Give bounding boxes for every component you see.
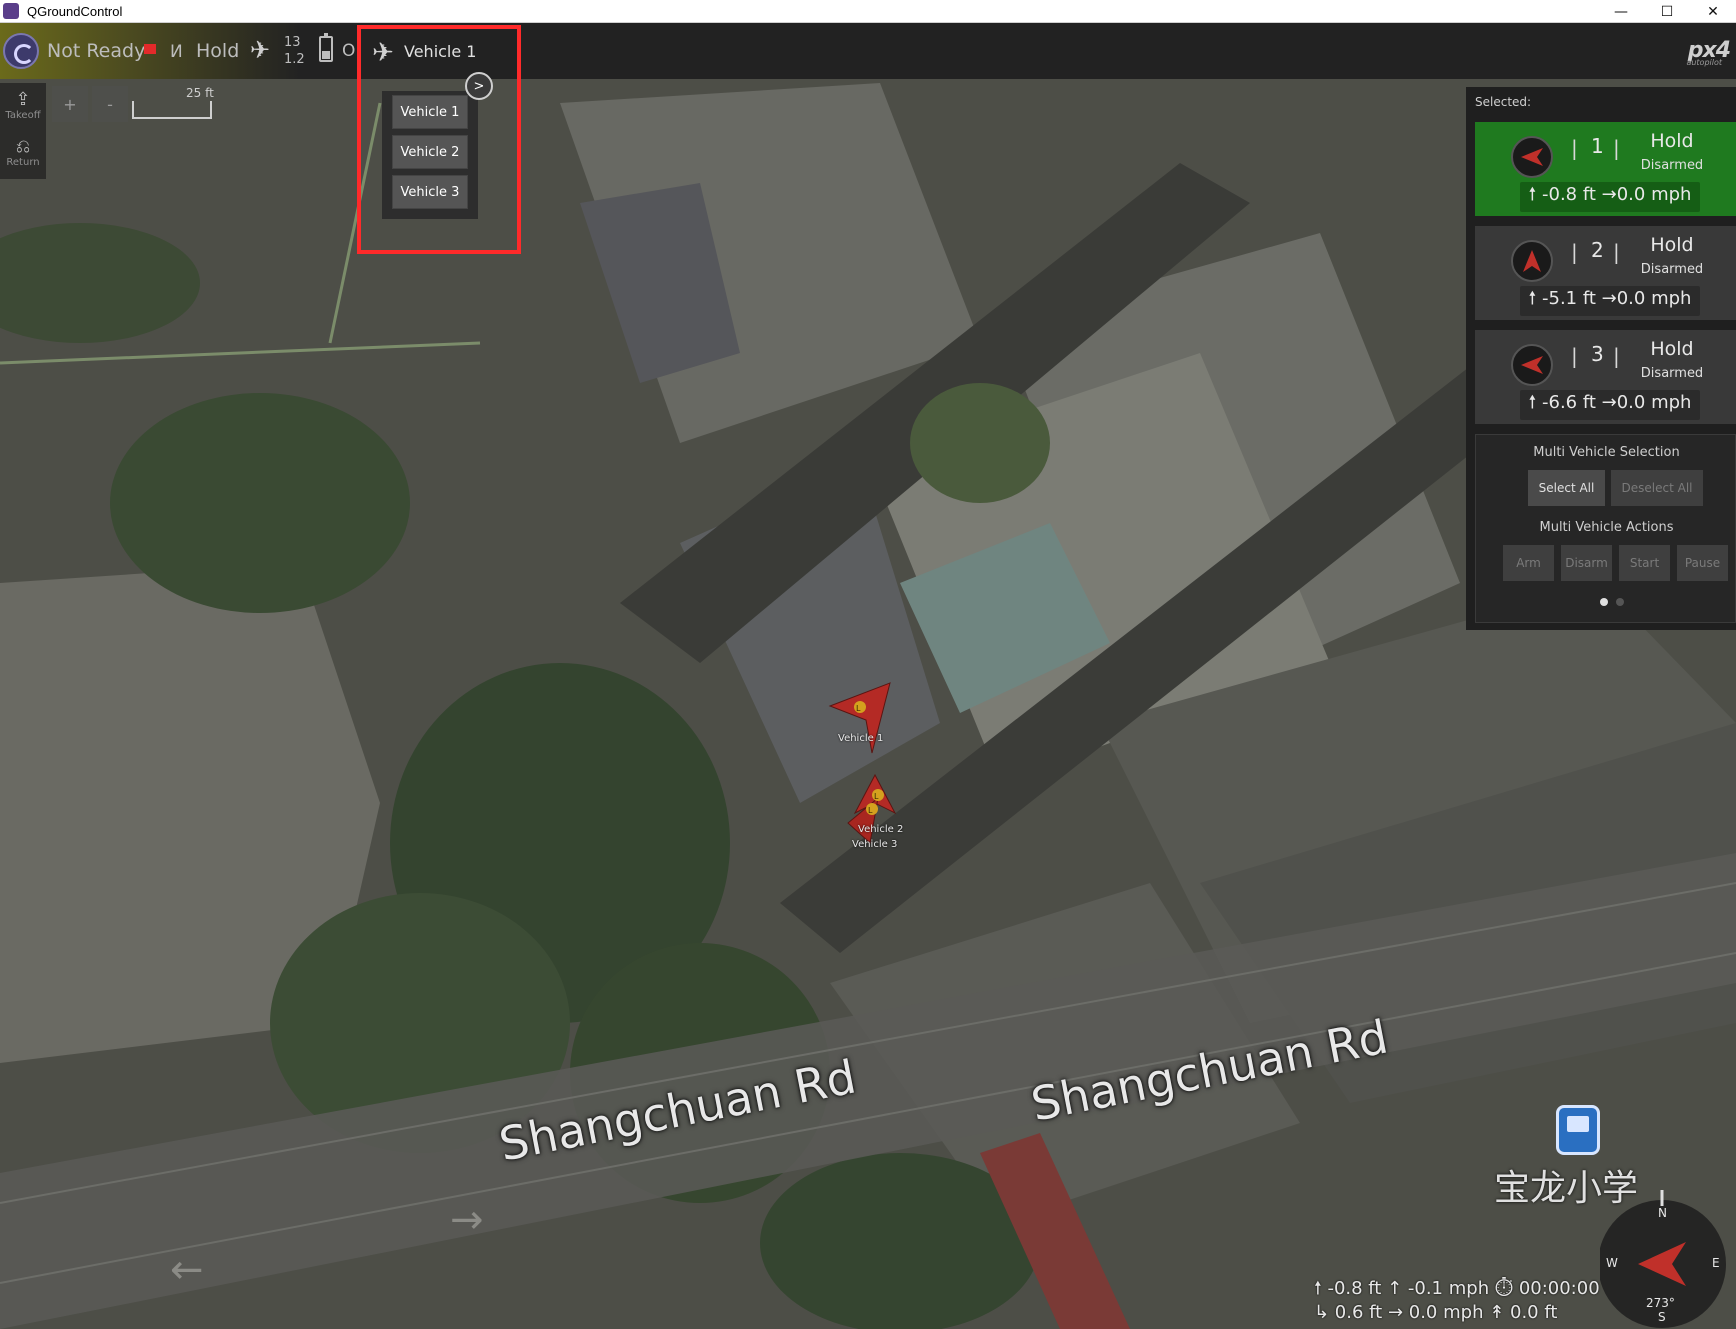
title-bar: QGroundControl — ☐ ✕ (0, 0, 1736, 23)
compass-heading: 273° (1646, 1296, 1675, 1310)
zoom-out-button[interactable]: - (92, 86, 128, 122)
separator: | (1613, 344, 1620, 368)
vehicle-telemetry: 🠕 -0.8 ft →0.0 mph (1520, 182, 1700, 212)
selected-label: Selected: (1475, 95, 1532, 109)
left-tool-strip: ⇪ Takeoff ⎌ Return (0, 83, 46, 179)
vehicle-telemetry: 🠕 -6.6 ft →0.0 mph (1520, 390, 1700, 420)
bus-stop-icon (1556, 1105, 1600, 1155)
takeoff-button[interactable]: ⇪ Takeoff (0, 89, 46, 121)
compass-widget: N E W 273° S (1598, 1190, 1736, 1329)
vehicle-arm-state: Disarmed (1640, 262, 1704, 277)
vehicle-mode: Hold (1650, 130, 1694, 152)
qgc-window: L L L ← → Shangchuan Rd Shangchuan Rd 宝龙… (0, 0, 1736, 1329)
multi-vehicle-panel: Selected: | 1 | Hold Disarmed 🠕 -0.8 ft … (1466, 87, 1736, 630)
vehicle-arm-state: Disarmed (1640, 366, 1704, 381)
multi-selection-title: Multi Vehicle Selection (1533, 445, 1680, 460)
svg-text:L: L (868, 806, 873, 815)
svg-text:L: L (874, 792, 879, 801)
separator: | (1613, 136, 1620, 160)
bottom-telemetry: 🠕 -0.8 ft ↑ -0.1 mph ⏱ 00:00:00 ↳ 0.6 ft… (1310, 1272, 1610, 1329)
compass-s: S (1658, 1310, 1666, 1324)
deselect-all-button[interactable]: Deselect All (1611, 470, 1703, 506)
return-icon: ⎌ (15, 136, 31, 157)
zoom-in-button[interactable]: + (52, 86, 88, 122)
map-arrow-right: → (450, 1197, 484, 1243)
highlight-box (357, 25, 521, 254)
multi-vehicle-selection-box: Multi Vehicle Selection Select All Desel… (1475, 434, 1736, 623)
trees (110, 393, 410, 613)
compass-icon (1511, 136, 1553, 178)
vehicle-card-3[interactable]: | 3 | Hold Disarmed 🠕 -6.6 ft →0.0 mph (1475, 330, 1736, 424)
separator: | (1571, 240, 1578, 264)
flight-mode-icon: ⵍ (170, 42, 183, 62)
separator: | (1571, 136, 1578, 160)
vehicle-mode: Hold (1650, 234, 1694, 256)
px4-logo-sub: autopilot (1686, 58, 1722, 67)
trees (910, 383, 1050, 503)
map-arrow-left: ← (170, 1247, 204, 1293)
vehicle-2-label: Vehicle 2 (858, 824, 904, 835)
takeoff-label: Takeoff (5, 110, 41, 121)
return-button[interactable]: ⎌ Return (0, 136, 46, 168)
vehicle-card-1[interactable]: | 1 | Hold Disarmed 🠕 -0.8 ft →0.0 mph (1475, 122, 1736, 216)
compass-icon (1511, 240, 1553, 282)
gps-count: 13 (284, 35, 301, 50)
vehicle-arm-state: Disarmed (1640, 158, 1704, 173)
flight-mode[interactable]: Hold (196, 40, 239, 62)
pause-button[interactable]: Pause (1677, 545, 1728, 581)
map-scale-label: 25 ft (186, 86, 214, 100)
close-button[interactable]: ✕ (1690, 0, 1736, 23)
compass-icon (1511, 344, 1553, 386)
vehicle-id: 3 (1591, 342, 1604, 366)
page-indicator[interactable] (1616, 598, 1624, 606)
qgc-logo-icon[interactable] (3, 33, 39, 69)
separator: | (1613, 240, 1620, 264)
telemetry-line-2: ↳ 0.6 ft → 0.0 mph ↟ 0.0 ft (1314, 1302, 1558, 1323)
vehicle-mode: Hold (1650, 338, 1694, 360)
maximize-button[interactable]: ☐ (1644, 0, 1690, 23)
vehicle-card-2[interactable]: | 2 | Hold Disarmed 🠕 -5.1 ft →0.0 mph (1475, 226, 1736, 320)
gps-hdop: 1.2 (284, 52, 305, 67)
page-indicator-active[interactable] (1600, 598, 1608, 606)
vehicle-id: 1 (1591, 134, 1604, 158)
return-label: Return (6, 157, 40, 168)
start-button[interactable]: Start (1619, 545, 1670, 581)
map-scale-bar (132, 101, 212, 119)
takeoff-icon: ⇪ (15, 89, 31, 110)
app-icon (3, 3, 19, 19)
disarm-button[interactable]: Disarm (1561, 545, 1612, 581)
window-title: QGroundControl (27, 3, 123, 19)
vehicle-id: 2 (1591, 238, 1604, 262)
minimize-button[interactable]: — (1598, 0, 1644, 23)
compass-n: N (1658, 1206, 1667, 1220)
separator: | (1571, 344, 1578, 368)
battery-icon[interactable] (319, 33, 333, 62)
multi-actions-title: Multi Vehicle Actions (1539, 520, 1674, 535)
vehicle-1-label: Vehicle 1 (838, 733, 884, 744)
readiness-status[interactable]: Not Ready (47, 40, 145, 62)
marker-letter: L (856, 704, 861, 713)
flag-icon (144, 44, 156, 54)
battery-text: O (342, 41, 356, 61)
satellite-icon[interactable]: ✈ (250, 36, 270, 64)
vehicle-telemetry: 🠕 -5.1 ft →0.0 mph (1520, 286, 1700, 316)
select-all-button[interactable]: Select All (1528, 470, 1605, 506)
compass-w: W (1606, 1256, 1618, 1270)
compass-e: E (1712, 1256, 1720, 1270)
arm-button[interactable]: Arm (1503, 545, 1554, 581)
vehicle-3-label: Vehicle 3 (852, 839, 898, 850)
